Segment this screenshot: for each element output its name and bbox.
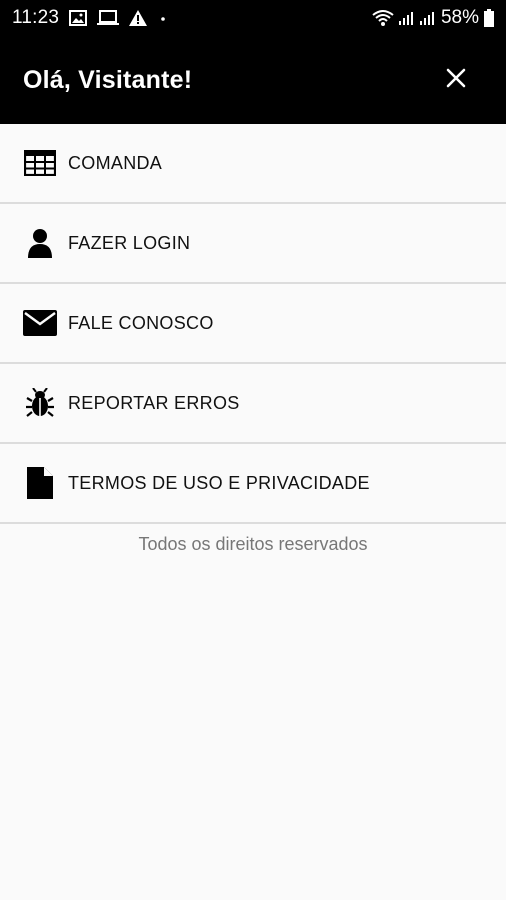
status-bar: 11:23 58% (0, 0, 506, 36)
menu-item-label: FAZER LOGIN (68, 232, 191, 253)
alert-icon (129, 10, 148, 26)
close-button[interactable] (442, 66, 470, 94)
drawer-header: Olá, Visitante! (0, 36, 506, 124)
menu-item-termos[interactable]: TERMOS DE USO E PRIVACIDADE (0, 444, 506, 524)
user-icon (22, 225, 58, 261)
gallery-icon (69, 10, 88, 26)
document-icon (22, 465, 58, 501)
status-time: 11:23 (12, 7, 60, 28)
signal-icon (419, 10, 436, 26)
wifi-icon (372, 9, 394, 27)
envelope-icon (22, 305, 58, 341)
menu-item-label: COMANDA (68, 152, 163, 173)
menu-item-label: FALE CONOSCO (68, 312, 214, 333)
status-bar-left: 11:23 (12, 7, 169, 29)
menu-item-label: REPORTAR ERROS (68, 392, 240, 413)
drawer-menu: COMANDA FAZER LOGIN FALE CONOSCO REPORTA… (0, 124, 506, 524)
battery-percent: 58% (440, 7, 479, 28)
dot-icon (157, 10, 169, 26)
menu-item-label: TERMOS DE USO E PRIVACIDADE (68, 472, 370, 493)
laptop-icon (97, 10, 120, 26)
status-bar-right: 58% (372, 7, 494, 29)
close-icon (446, 68, 466, 93)
menu-item-fazer-login[interactable]: FAZER LOGIN (0, 204, 506, 284)
menu-item-comanda[interactable]: COMANDA (0, 124, 506, 204)
battery-icon (484, 9, 494, 27)
copyright-text: Todos os direitos reservados (138, 534, 368, 554)
greeting-title: Olá, Visitante! (23, 65, 193, 94)
menu-item-reportar-erros[interactable]: REPORTAR ERROS (0, 364, 506, 444)
grid-table-icon (22, 145, 58, 181)
bug-icon (22, 385, 58, 421)
menu-item-fale-conosco[interactable]: FALE CONOSCO (0, 284, 506, 364)
signal-icon (398, 10, 415, 26)
